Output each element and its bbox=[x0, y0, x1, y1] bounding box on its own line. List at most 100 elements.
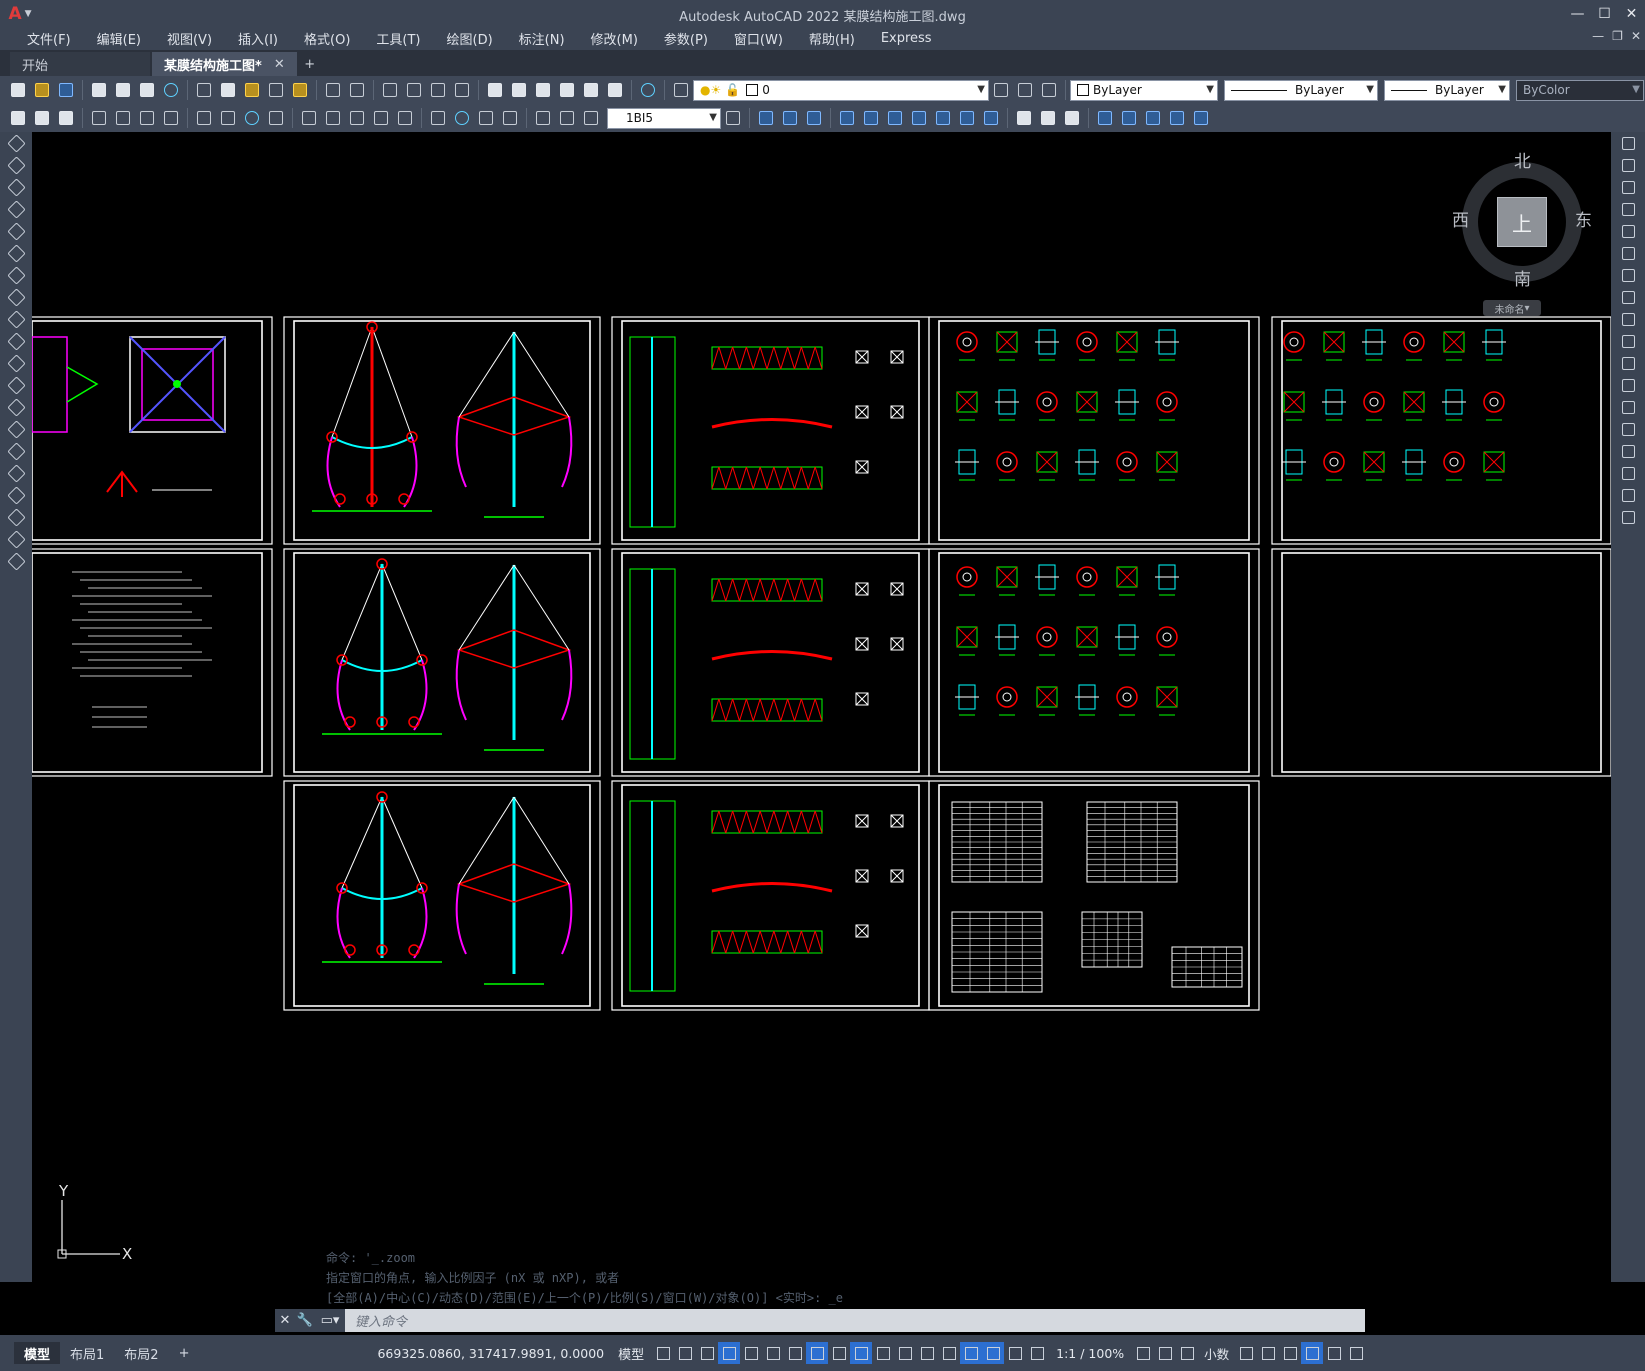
units-value[interactable]: 小数 bbox=[1204, 1344, 1229, 1363]
lock-ui-icon[interactable] bbox=[1257, 1342, 1279, 1364]
cylinder-icon[interactable] bbox=[780, 108, 800, 128]
ellipse-arc-icon[interactable] bbox=[0, 352, 32, 374]
menu-view[interactable]: 视图(V) bbox=[154, 29, 225, 48]
doc-minimize-icon[interactable]: — bbox=[1592, 29, 1604, 43]
circle-icon[interactable] bbox=[0, 264, 32, 286]
drawing-canvas[interactable]: 上 北 南 东 西 未命名 ▾ Y X bbox=[32, 132, 1611, 1282]
sheet-set-icon[interactable] bbox=[557, 80, 577, 100]
table-icon[interactable] bbox=[0, 506, 32, 528]
tab-model[interactable]: 模型 bbox=[14, 1342, 61, 1364]
maximize-icon[interactable]: ☐ bbox=[1591, 0, 1618, 27]
extend-icon[interactable] bbox=[1611, 352, 1645, 374]
command-close-icon[interactable]: ✕ bbox=[275, 1309, 295, 1332]
command-customize-icon[interactable]: 🔧 bbox=[295, 1309, 315, 1332]
spline-icon[interactable] bbox=[0, 308, 32, 330]
annotation-scale[interactable]: 1:1 / 100% bbox=[1056, 1346, 1124, 1361]
materials-icon[interactable] bbox=[1062, 108, 1082, 128]
isolate-objects-icon[interactable] bbox=[1279, 1342, 1301, 1364]
gizmo-icon[interactable] bbox=[960, 1342, 983, 1364]
new-file-icon[interactable] bbox=[8, 80, 28, 100]
subtract-icon[interactable] bbox=[981, 108, 1001, 128]
grid-icon[interactable] bbox=[652, 1342, 674, 1364]
ucs-icon[interactable] bbox=[8, 108, 28, 128]
dimension-update-icon[interactable] bbox=[581, 108, 601, 128]
menu-dimension[interactable]: 标注(N) bbox=[506, 29, 578, 48]
copy-icon[interactable] bbox=[218, 80, 238, 100]
autocad-logo-icon[interactable]: A ▼ bbox=[0, 0, 40, 27]
object-snap-tracking-icon[interactable] bbox=[784, 1342, 806, 1364]
union-icon[interactable] bbox=[957, 108, 977, 128]
dynamic-ucs-icon[interactable] bbox=[916, 1342, 938, 1364]
menu-draw[interactable]: 绘图(D) bbox=[434, 29, 506, 48]
transparency-icon[interactable] bbox=[850, 1342, 873, 1364]
radius-dimension-icon[interactable] bbox=[194, 108, 214, 128]
publish-icon[interactable] bbox=[137, 80, 157, 100]
redo-icon[interactable] bbox=[347, 80, 367, 100]
cursor-coordinates[interactable]: 669325.0860, 317417.9891, 0.0000 bbox=[377, 1346, 604, 1361]
compass-west[interactable]: 西 bbox=[1452, 206, 1469, 231]
arc-length-icon[interactable] bbox=[137, 108, 157, 128]
wedge-icon[interactable] bbox=[804, 108, 824, 128]
paste-icon[interactable] bbox=[242, 80, 262, 100]
auto-scale-icon[interactable] bbox=[1004, 1342, 1026, 1364]
baseline-dimension-icon[interactable] bbox=[323, 108, 343, 128]
menu-parametric[interactable]: 参数(P) bbox=[651, 29, 721, 48]
point-icon[interactable] bbox=[0, 418, 32, 440]
layer-properties-icon[interactable] bbox=[671, 80, 691, 100]
wcs-menu[interactable]: 未命名 ▾ bbox=[1483, 300, 1541, 316]
3d-align-icon[interactable] bbox=[1143, 108, 1163, 128]
quickcalc-icon[interactable] bbox=[605, 80, 625, 100]
quick-dimension-icon[interactable] bbox=[299, 108, 319, 128]
match-properties-icon[interactable] bbox=[266, 80, 286, 100]
selection-filter-icon[interactable] bbox=[938, 1342, 960, 1364]
tolerance-icon[interactable] bbox=[428, 108, 448, 128]
insert-block-icon[interactable] bbox=[0, 374, 32, 396]
move-icon[interactable] bbox=[1611, 242, 1645, 264]
undo-icon[interactable] bbox=[323, 80, 343, 100]
workspace-switch-icon[interactable] bbox=[1132, 1342, 1154, 1364]
ortho-icon[interactable] bbox=[718, 1342, 741, 1364]
menu-tools[interactable]: 工具(T) bbox=[363, 29, 433, 48]
fillet-icon[interactable] bbox=[1611, 462, 1645, 484]
line-icon[interactable] bbox=[0, 132, 32, 154]
add-selected-icon[interactable] bbox=[0, 550, 32, 572]
explode-icon[interactable] bbox=[1611, 506, 1645, 528]
presspull-icon[interactable] bbox=[861, 108, 881, 128]
revision-cloud-icon[interactable] bbox=[0, 286, 32, 308]
menu-format[interactable]: 格式(O) bbox=[291, 29, 363, 48]
save-icon[interactable] bbox=[56, 80, 76, 100]
rectangle-icon[interactable] bbox=[0, 220, 32, 242]
plot-preview-icon[interactable] bbox=[113, 80, 133, 100]
isodraft-icon[interactable] bbox=[762, 1342, 784, 1364]
blend-curves-icon[interactable] bbox=[1611, 484, 1645, 506]
mirror-icon[interactable] bbox=[1611, 176, 1645, 198]
3d-rotate-icon[interactable] bbox=[1119, 108, 1139, 128]
zoom-previous-icon[interactable] bbox=[452, 80, 472, 100]
minimize-icon[interactable]: — bbox=[1564, 0, 1591, 27]
annotation-visibility-icon[interactable] bbox=[982, 1342, 1005, 1364]
polyline-icon[interactable] bbox=[0, 176, 32, 198]
jogged-linear-icon[interactable] bbox=[500, 108, 520, 128]
polygon-icon[interactable] bbox=[0, 198, 32, 220]
close-icon[interactable]: ✕ bbox=[1618, 0, 1645, 27]
render-icon[interactable] bbox=[1038, 108, 1058, 128]
visual-style-icon[interactable] bbox=[1014, 108, 1034, 128]
sweep-icon[interactable] bbox=[885, 108, 905, 128]
lineweight-icon[interactable] bbox=[828, 1342, 850, 1364]
zoom-window-icon[interactable] bbox=[428, 80, 448, 100]
3d-array-icon[interactable] bbox=[1167, 108, 1187, 128]
chamfer-icon[interactable] bbox=[1611, 440, 1645, 462]
help-icon[interactable] bbox=[638, 80, 658, 100]
compass-east[interactable]: 东 bbox=[1575, 206, 1592, 231]
cut-icon[interactable] bbox=[194, 80, 214, 100]
layer-dropdown[interactable]: ●☀ 🔓 0 ▼ bbox=[693, 79, 989, 101]
snap-icon[interactable] bbox=[674, 1342, 696, 1364]
tab-layout1[interactable]: 布局1 bbox=[60, 1342, 114, 1364]
tab-start[interactable]: 开始 bbox=[10, 52, 150, 76]
tab-layout2[interactable]: 布局2 bbox=[114, 1342, 168, 1364]
model-space-toggle[interactable]: 模型 bbox=[618, 1344, 644, 1363]
command-line[interactable]: ✕ 🔧 ▭▾ 键入命令 bbox=[275, 1309, 1365, 1332]
dimstyle-dropdown[interactable]: 1BI5 ▼ bbox=[607, 107, 721, 129]
rotate-icon[interactable] bbox=[1611, 264, 1645, 286]
command-input[interactable]: 键入命令 bbox=[355, 1311, 407, 1330]
